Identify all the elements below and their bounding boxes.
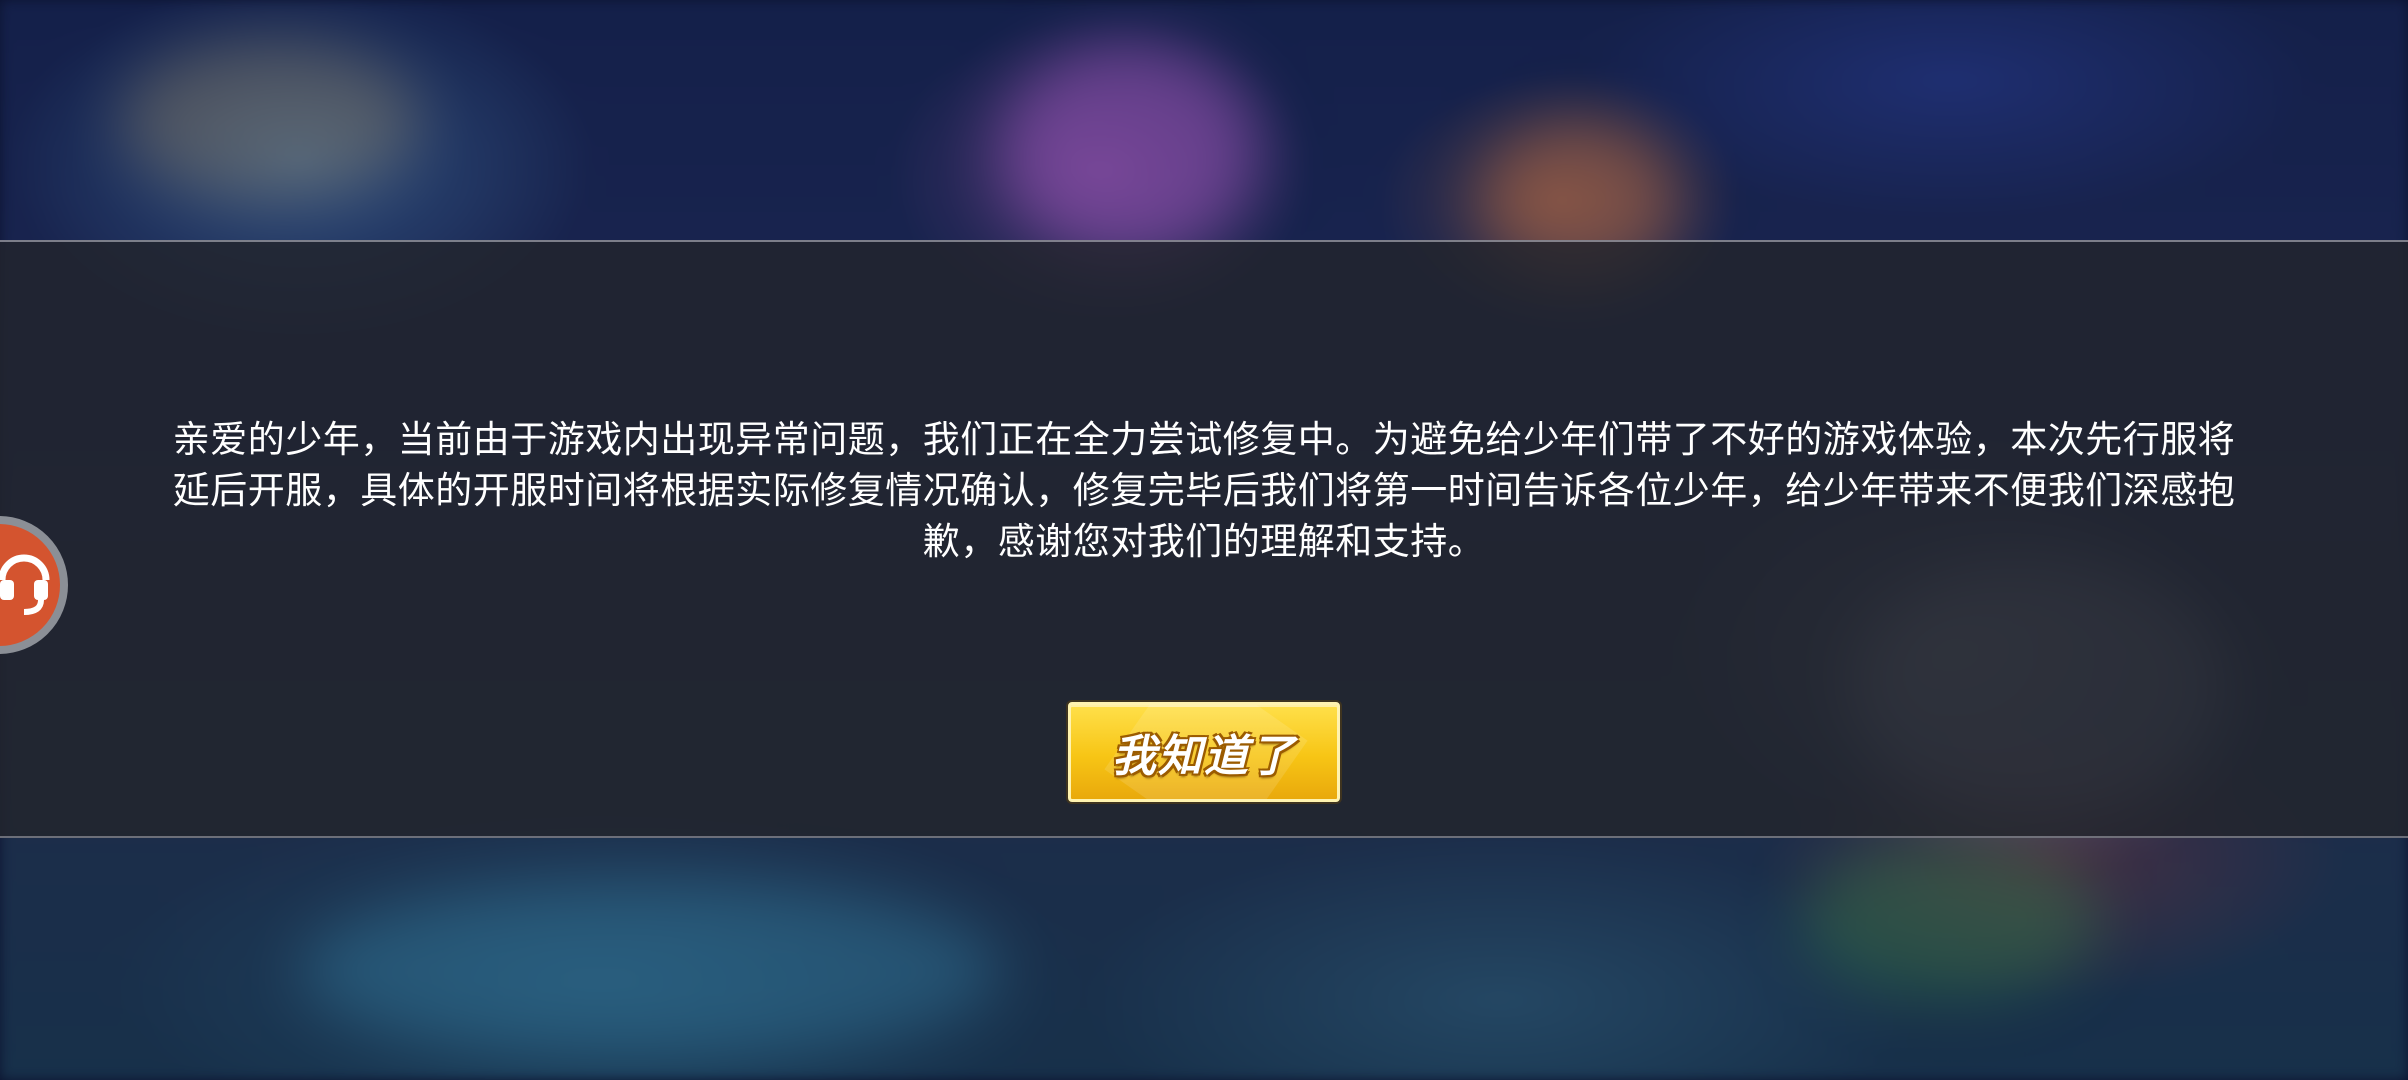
- customer-service-icon: [0, 554, 50, 615]
- notice-message: 亲爱的少年，当前由于游戏内出现异常问题，我们正在全力尝试修复中。为避免给少年们带…: [172, 418, 2236, 563]
- game-screen: 亲爱的少年，当前由于游戏内出现异常问题，我们正在全力尝试修复中。为避免给少年们带…: [0, 0, 2408, 1080]
- i-understand-button[interactable]: 我知道了: [1068, 702, 1340, 802]
- i-understand-button-label: 我知道了: [1112, 731, 1296, 782]
